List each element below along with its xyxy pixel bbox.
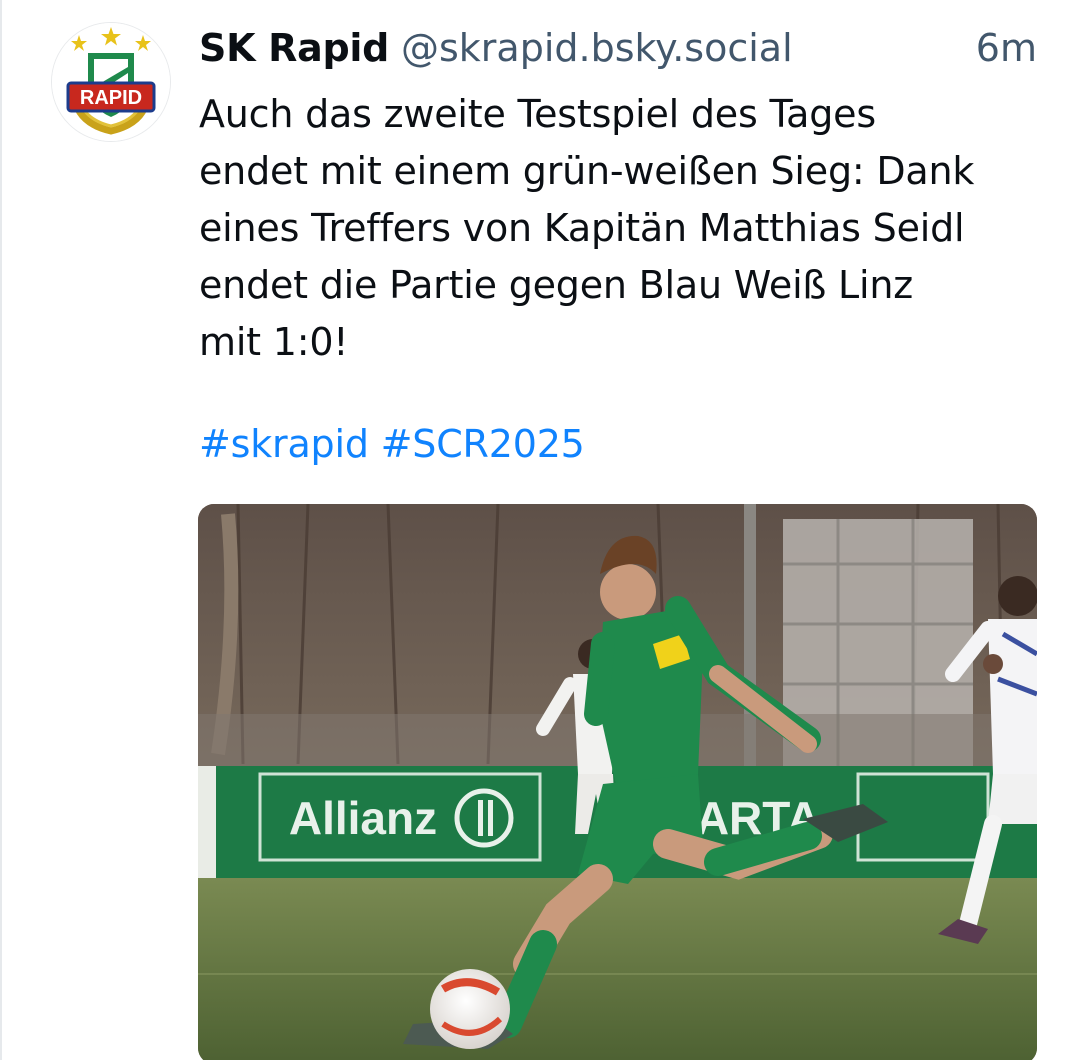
hashtags: #skrapid #SCR2025: [199, 416, 585, 473]
author-display-name[interactable]: SK Rapid: [199, 26, 389, 70]
post-image[interactable]: Allianz ARTA: [198, 504, 1037, 1060]
post-timestamp[interactable]: 6m: [976, 26, 1037, 70]
football-photo: Allianz ARTA: [198, 504, 1037, 1060]
sk-rapid-crest-icon: RAPID: [52, 23, 170, 141]
crest-banner-text: RAPID: [80, 87, 142, 109]
avatar[interactable]: RAPID: [51, 22, 171, 142]
hashtag-skrapid[interactable]: #skrapid: [199, 422, 369, 466]
hashtag-scr2025[interactable]: #SCR2025: [381, 422, 585, 466]
author-handle[interactable]: @skrapid.bsky.social: [401, 26, 793, 70]
post-text: Auch das zweite Testspiel des Tages ende…: [199, 92, 975, 364]
post-header: SK Rapid @skrapid.bsky.social 6m: [199, 26, 1039, 76]
thread-divider: [0, 0, 2, 1060]
board-allianz-text: Allianz: [289, 792, 437, 844]
